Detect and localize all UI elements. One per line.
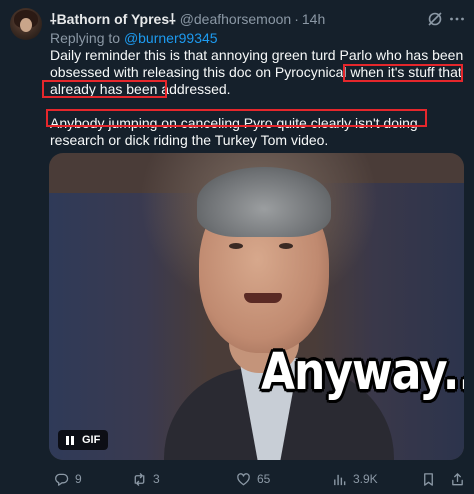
gif-caption: Anyway... [261,343,464,402]
repost-icon [134,472,145,486]
reply-icon [55,473,69,486]
reply-mention-link[interactable]: @burner99345 [124,30,218,46]
separator-dot: · [294,11,299,27]
timestamp[interactable]: 14h [302,11,325,27]
repost-button[interactable]: 3 [132,470,160,488]
person-hair [197,167,331,237]
gif-badge-label: GIF [82,434,101,446]
views-count: 3.9K [353,472,378,486]
tweet[interactable]: ⸸Bathorn of Ypres⸸ @deafhorsemoon · 14h … [0,0,474,494]
like-count: 65 [257,472,271,486]
reply-count: 9 [75,472,82,486]
action-bar: 9 3 65 3.9K [50,470,468,488]
avatar[interactable] [10,8,42,40]
grok-icon[interactable] [426,10,444,28]
person-eye-left [229,243,243,249]
like-button[interactable]: 65 [236,470,270,488]
tweet-paragraph-2: Anybody jumping on canceling Pyro quite … [50,115,418,148]
reply-context: Replying to @burner99345 [50,30,218,46]
person-mouth [244,293,282,303]
tweet-text: Daily reminder this is that annoying gre… [50,47,468,149]
share-button[interactable] [450,470,465,488]
reply-button[interactable]: 9 [54,470,82,488]
share-icon [452,472,463,485]
user-handle[interactable]: @deafhorsemoon [180,11,292,27]
reply-prefix: Replying to [50,30,121,46]
display-name[interactable]: ⸸Bathorn of Ypres⸸ [50,10,176,29]
views-button[interactable]: 3.9K [332,470,378,488]
bookmark-button[interactable] [421,470,436,488]
tweet-paragraph-1: Daily reminder this is that annoying gre… [50,47,464,97]
tweet-header: ⸸Bathorn of Ypres⸸ @deafhorsemoon · 14h [50,10,325,28]
views-icon [334,474,346,485]
more-icon[interactable] [448,10,466,28]
repost-count: 3 [153,472,160,486]
bookmark-icon [424,472,433,486]
person-eye-right [279,243,293,249]
gif-play-control[interactable]: GIF [58,430,109,450]
avatar-face [20,18,32,32]
like-icon [237,472,250,485]
gif-media[interactable]: Anyway... GIF [49,153,464,460]
pause-icon [66,435,74,445]
